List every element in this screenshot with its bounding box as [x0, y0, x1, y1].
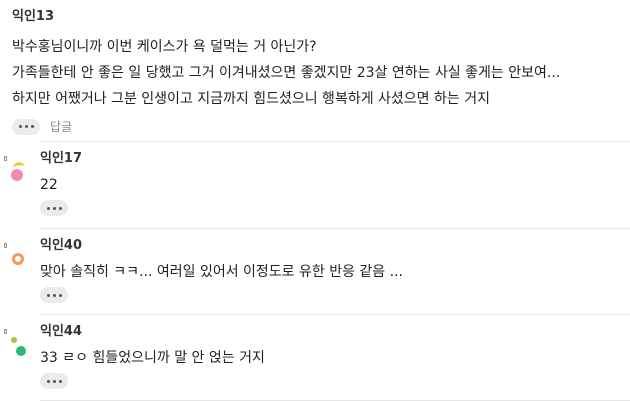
comment-item: 익인13 박수홍님이니까 이번 케이스가 욕 덜먹는 거 아닌가? 가족들한테 … [12, 8, 622, 135]
reply-indicator-icon [4, 156, 7, 161]
ellipsis-icon [46, 206, 50, 210]
avatar [12, 253, 24, 265]
divider [40, 228, 630, 229]
ellipsis-icon [58, 293, 62, 297]
more-options-button[interactable] [40, 200, 68, 216]
reply-author: 익인44 [40, 324, 83, 339]
avatar-shape-secondary [11, 169, 23, 181]
ellipsis-icon [18, 125, 22, 128]
divider [40, 141, 630, 142]
divider [40, 400, 630, 401]
reply-text: 33 ㄹㅇ 힘들었으니까 말 안 얹는 거지 [40, 350, 265, 366]
avatar [11, 337, 26, 356]
comment-actions: 답글 [12, 118, 622, 135]
reply-author: 익인17 [40, 151, 83, 166]
avatar-shape-secondary [16, 346, 26, 356]
reply-text: 맞아 솔직히 ㅋㅋ... 여러일 있어서 이정도로 유한 반응 같음 ... [40, 264, 403, 280]
reply-actions [40, 373, 630, 389]
divider [40, 314, 630, 315]
ellipsis-icon [46, 379, 50, 383]
avatar [11, 162, 25, 181]
comment-text-line: 하지만 어쨌거나 그분 인생이고 지금까지 힘드셨으니 행복하게 사셨으면 하는… [12, 91, 490, 107]
comment-thread: 익인13 박수홍님이니까 이번 케이스가 욕 덜먹는 거 아닌가? 가족들한테 … [0, 0, 630, 402]
comment-author: 익인13 [12, 9, 55, 24]
reply-actions [40, 287, 630, 303]
ellipsis-icon [46, 293, 50, 297]
reply-indicator-icon [4, 243, 7, 248]
ellipsis-icon [52, 293, 56, 297]
ellipsis-icon [52, 379, 56, 383]
ellipsis-icon [58, 379, 62, 383]
avatar-shape-primary [12, 162, 25, 167]
reply-actions [40, 200, 630, 216]
more-options-button[interactable] [40, 373, 68, 389]
more-options-button[interactable] [40, 287, 68, 303]
reply-button[interactable]: 답글 [50, 118, 72, 135]
comment-text-line: 박수홍님이니까 이번 케이스가 욕 덜먹는 거 아닌가? [12, 39, 317, 55]
reply-indicator-icon [4, 329, 7, 334]
comment-text-line: 가족들한테 안 좋은 일 당했고 그거 이겨내셨으면 좋겠지만 23살 연하는 … [12, 65, 561, 81]
ellipsis-icon [58, 206, 62, 210]
avatar-shape-secondary [15, 256, 21, 262]
ellipsis-icon [30, 125, 34, 128]
ellipsis-icon [24, 125, 28, 128]
ellipsis-icon [52, 206, 56, 210]
more-options-button[interactable] [12, 118, 40, 135]
reply-text: 22 [40, 177, 58, 193]
reply-author: 익인40 [40, 238, 83, 253]
avatar-shape-primary [11, 337, 17, 343]
